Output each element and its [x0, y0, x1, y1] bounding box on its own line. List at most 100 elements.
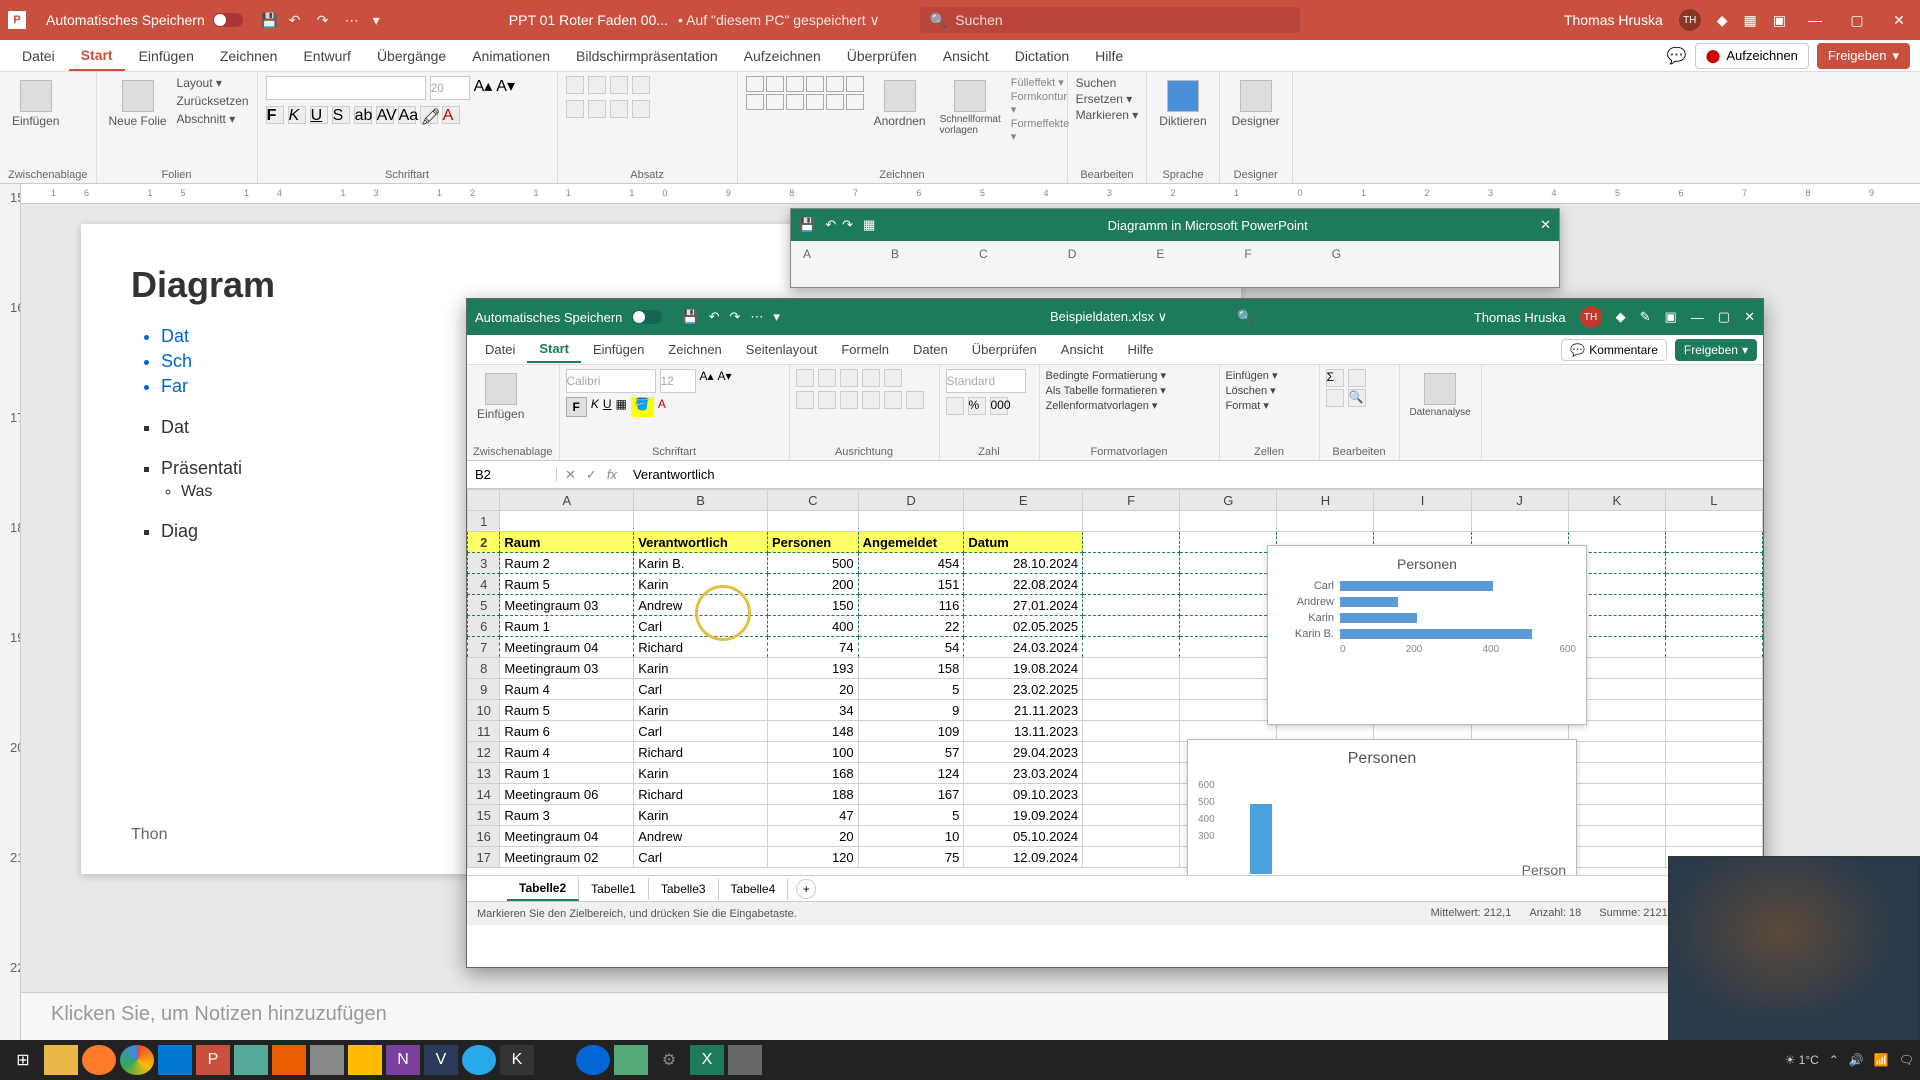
- embedded-chart-2[interactable]: Personen 600500400300 Person: [1187, 739, 1577, 875]
- app-icon[interactable]: ▦: [1744, 12, 1757, 29]
- bold-button[interactable]: F: [266, 106, 284, 124]
- cell[interactable]: Angemeldet: [858, 532, 964, 553]
- app-icon-2[interactable]: ▣: [1665, 309, 1677, 325]
- row-header[interactable]: 3: [468, 553, 500, 574]
- comment-icon[interactable]: 💬: [1667, 46, 1687, 66]
- cancel-icon[interactable]: ✕: [565, 467, 576, 483]
- row-header[interactable]: 13: [468, 763, 500, 784]
- shape-icon[interactable]: [786, 76, 804, 92]
- spreadsheet-grid[interactable]: ABCDEFGHIJKL12RaumVerantwortlichPersonen…: [467, 489, 1763, 875]
- shape-icon[interactable]: [746, 76, 764, 92]
- cell[interactable]: [1665, 679, 1762, 700]
- cell[interactable]: Raum 4: [500, 679, 634, 700]
- replace-button[interactable]: Ersetzen ▾: [1076, 92, 1139, 106]
- shape-icon[interactable]: [826, 94, 844, 110]
- cell[interactable]: 193: [768, 658, 859, 679]
- row-header[interactable]: 14: [468, 784, 500, 805]
- effects-button[interactable]: Formeffekte ▾: [1011, 118, 1070, 143]
- cell[interactable]: 22.08.2024: [964, 574, 1083, 595]
- undo-icon[interactable]: ↶: [825, 217, 836, 233]
- cell[interactable]: 75: [858, 847, 964, 868]
- cell[interactable]: [1180, 679, 1277, 700]
- maximize-button[interactable]: ▢: [1718, 309, 1730, 325]
- section-button[interactable]: Abschnitt ▾: [177, 112, 249, 126]
- taskbar-app[interactable]: [158, 1045, 192, 1075]
- align-center-icon[interactable]: [818, 391, 836, 409]
- tab-uebergaenge[interactable]: Übergänge: [365, 42, 458, 70]
- shape-icon[interactable]: [766, 94, 784, 110]
- fx-icon[interactable]: fx: [607, 467, 617, 482]
- cell[interactable]: 188: [768, 784, 859, 805]
- cell[interactable]: [500, 511, 634, 532]
- cell[interactable]: Carl: [634, 679, 768, 700]
- cell[interactable]: [1471, 511, 1568, 532]
- cell[interactable]: [1083, 595, 1180, 616]
- cell[interactable]: [1083, 574, 1180, 595]
- cell[interactable]: 34: [768, 700, 859, 721]
- save-icon[interactable]: 💾: [799, 217, 815, 233]
- cell[interactable]: [1665, 532, 1762, 553]
- col-header[interactable]: E: [964, 490, 1083, 511]
- cell[interactable]: [1083, 763, 1180, 784]
- tray-icon[interactable]: 📶: [1874, 1053, 1889, 1067]
- font-name-select[interactable]: [566, 369, 656, 393]
- cell[interactable]: Carl: [634, 847, 768, 868]
- italic-button[interactable]: K: [288, 106, 306, 124]
- cell[interactable]: [1083, 805, 1180, 826]
- cell[interactable]: 9: [858, 700, 964, 721]
- weather-widget[interactable]: ☀ 1°C: [1785, 1053, 1819, 1067]
- cell[interactable]: [1665, 616, 1762, 637]
- format-cells-button[interactable]: Format ▾: [1226, 399, 1269, 412]
- maximize-button[interactable]: ▢: [1844, 12, 1870, 29]
- cell[interactable]: [1665, 700, 1762, 721]
- comma-icon[interactable]: 000: [990, 397, 1008, 415]
- cell[interactable]: [1083, 679, 1180, 700]
- taskbar-app[interactable]: V: [424, 1045, 458, 1075]
- font-color-button[interactable]: A: [658, 397, 666, 417]
- cell[interactable]: [1665, 574, 1762, 595]
- document-title[interactable]: PPT 01 Roter Faden 00...: [509, 12, 668, 28]
- redo-icon[interactable]: ↷: [317, 12, 333, 28]
- font-size-select[interactable]: [430, 76, 470, 100]
- col-header[interactable]: C: [768, 490, 859, 511]
- cell[interactable]: 47: [768, 805, 859, 826]
- cell[interactable]: [1665, 763, 1762, 784]
- borders-button[interactable]: ▦: [616, 397, 627, 417]
- align-top-icon[interactable]: [796, 369, 814, 387]
- tab-formeln[interactable]: Formeln: [829, 337, 901, 362]
- cell[interactable]: 29.04.2023: [964, 742, 1083, 763]
- cell[interactable]: 19.08.2024: [964, 658, 1083, 679]
- taskbar-excel[interactable]: X: [690, 1045, 724, 1075]
- cell[interactable]: [1180, 574, 1277, 595]
- grow-font-icon[interactable]: A▴: [700, 369, 714, 393]
- cell[interactable]: Raum 4: [500, 742, 634, 763]
- cell[interactable]: 54: [858, 637, 964, 658]
- row-header[interactable]: 2: [468, 532, 500, 553]
- user-avatar[interactable]: TH: [1679, 9, 1701, 31]
- name-box[interactable]: B2: [467, 467, 557, 482]
- cell[interactable]: 5: [858, 805, 964, 826]
- taskbar-app[interactable]: [614, 1045, 648, 1075]
- align-left-icon[interactable]: [796, 391, 814, 409]
- cell[interactable]: [1665, 637, 1762, 658]
- diamond-icon[interactable]: ◆: [1717, 12, 1728, 29]
- tab-bildschirm[interactable]: Bildschirmpräsentation: [564, 42, 730, 70]
- close-button[interactable]: ✕: [1886, 12, 1912, 29]
- cell[interactable]: Carl: [634, 721, 768, 742]
- col-header[interactable]: J: [1471, 490, 1568, 511]
- cell[interactable]: 57: [858, 742, 964, 763]
- taskbar-app[interactable]: [538, 1045, 572, 1075]
- cell[interactable]: 158: [858, 658, 964, 679]
- col-header[interactable]: D: [858, 490, 964, 511]
- add-sheet-button[interactable]: +: [796, 879, 816, 899]
- cell[interactable]: [1180, 553, 1277, 574]
- tab-einfuegen[interactable]: Einfügen: [581, 337, 656, 362]
- save-icon[interactable]: 💾: [682, 309, 698, 325]
- cell[interactable]: [1083, 721, 1180, 742]
- shapes-gallery[interactable]: [746, 76, 864, 110]
- shadow-button[interactable]: ab: [354, 106, 372, 124]
- cell[interactable]: [1568, 826, 1665, 847]
- cell[interactable]: 150: [768, 595, 859, 616]
- merge-icon[interactable]: [906, 391, 924, 409]
- table-icon[interactable]: ▦: [863, 217, 875, 233]
